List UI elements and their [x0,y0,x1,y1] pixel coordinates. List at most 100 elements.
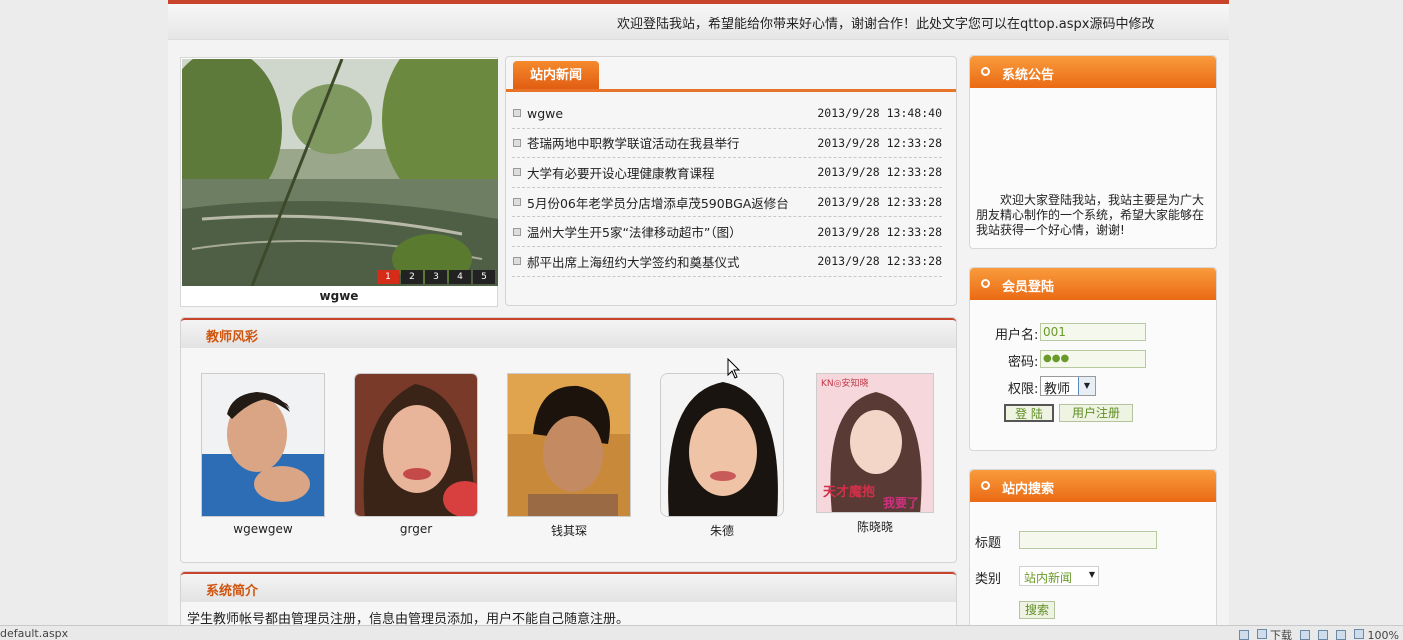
password-label: 密码: [1008,355,1039,370]
search-button[interactable]: 搜索 [1019,601,1055,619]
search-title-input[interactable] [1019,531,1157,549]
teacher-photo[interactable]: KN◎安知晓 天才魔抱 我要了 [816,373,934,513]
login-title: 会员登陆 [1002,280,1055,295]
search-category-label: 类别 [975,572,1002,587]
slide-page-2[interactable]: 2 [401,270,423,284]
news-date: 2013/9/28 12:33:28 [817,195,942,210]
slideshow: 1 2 3 4 5 wgwe [180,57,498,307]
news-item[interactable]: 5月份06年老学员分店增添卓茂590BGA返修台 2013/9/28 12:33… [512,188,942,218]
welcome-text: 欢迎登陆我站，希望能给你带来好心情，谢谢合作！此处文字您可以在qttop.asp… [617,17,1155,32]
notice-header: 系统公告 [970,56,1216,88]
zoom-icon [1354,628,1365,639]
screen-icon[interactable] [1318,630,1329,640]
page-icon[interactable] [1300,630,1311,640]
notice-text: 欢迎大家登陆我站，我站主要是为广大朋友精心制作的一个系统，希望大家能够在我站获得… [976,193,1205,237]
teacher-photo[interactable] [660,373,784,517]
search-category-select[interactable]: 站内新闻 ▼ [1019,566,1099,586]
teacher-name[interactable]: 陈晓晓 [813,518,937,535]
teacher-card[interactable]: wgewgew [201,373,325,536]
news-title[interactable]: 大学有必要开设心理健康教育课程 [527,163,817,182]
news-title[interactable]: 郝平出席上海纽约大学签约和奠基仪式 [527,252,817,271]
login-header: 会员登陆 [970,268,1216,300]
tab-site-news[interactable]: 站内新闻 [513,61,599,91]
news-title[interactable]: 温州大学生开5家“法律移动超市”（图） [527,222,817,241]
news-date: 2013/9/28 12:33:28 [817,165,942,180]
poster-subtitle-text: 我要了 [883,495,919,510]
zoom-control[interactable]: 100% [1354,628,1399,640]
search-box: 站内搜索 标题 类别 站内新闻 ▼ 搜索 [969,469,1217,629]
welcome-bar: 欢迎登陆我站，希望能给你带来好心情，谢谢合作！此处文字您可以在qttop.asp… [168,4,1229,40]
bullet-icon [513,227,521,236]
poster-top-text: KN◎安知晓 [821,377,869,389]
login-button[interactable]: 登 陆 [1004,404,1054,422]
intro-title: 系统简介 [206,584,259,599]
slide-page-5[interactable]: 5 [473,270,495,284]
news-title[interactable]: 5月份06年老学员分店增添卓茂590BGA返修台 [527,193,817,212]
register-button[interactable]: 用户注册 [1059,404,1133,422]
slideshow-image[interactable] [182,59,498,286]
role-select[interactable]: 教师 ▼ [1040,376,1096,397]
intro-header: 系统简介 [181,572,956,602]
slideshow-caption[interactable]: wgwe [181,289,497,303]
slideshow-pagination: 1 2 3 4 5 [377,270,495,284]
teacher-card[interactable]: 朱德 [660,373,784,539]
download-label: 下载 [1270,629,1293,640]
teachers-title: 教师风彩 [206,330,259,345]
notice-box: 系统公告 欢迎大家登陆我站，我站主要是为广大朋友精心制作的一个系统，希望大家能够… [969,55,1217,249]
slide-page-1[interactable]: 1 [377,270,399,284]
login-box: 会员登陆 用户名: 001 密码: ●●● 权限: 教师 ▼ 登 陆 用户注册 [969,267,1217,451]
teacher-photo[interactable] [354,373,478,517]
teacher-name[interactable]: wgewgew [201,522,325,536]
status-icons: 下载 100% [1238,627,1399,640]
slide-page-3[interactable]: 3 [425,270,447,284]
bullet-icon [513,198,521,207]
teacher-name[interactable]: 朱德 [660,522,784,539]
news-tab-underline [506,89,956,92]
news-item[interactable]: wgwe 2013/9/28 13:48:40 [512,99,942,129]
news-item[interactable]: 大学有必要开设心理健康教育课程 2013/9/28 12:33:28 [512,158,942,188]
status-url: default.aspx [0,627,69,640]
volume-icon[interactable] [1336,630,1347,640]
chevron-down-icon[interactable]: ▼ [1078,377,1095,395]
news-list: wgwe 2013/9/28 13:48:40 苍瑞两地中职教学联谊活动在我县举… [512,99,942,277]
download-button[interactable]: 下载 [1256,627,1293,640]
news-date: 2013/9/28 12:33:28 [817,135,942,150]
news-title[interactable]: 苍瑞两地中职教学联谊活动在我县举行 [527,133,817,152]
search-category-value: 站内新闻 [1024,571,1073,585]
news-item[interactable]: 苍瑞两地中职教学联谊活动在我县举行 2013/9/28 12:33:28 [512,129,942,159]
password-input[interactable]: ●●● [1040,350,1146,368]
mouse-pointer-icon [727,358,741,379]
teacher-card[interactable]: grger [354,373,478,536]
bullet-icon [513,257,521,266]
zoom-level: 100% [1367,628,1399,640]
teacher-photo[interactable] [201,373,325,517]
chevron-down-icon[interactable]: ▼ [1089,570,1095,579]
news-item[interactable]: 郝平出席上海纽约大学签约和奠基仪式 2013/9/28 12:33:28 [512,247,942,277]
bullet-icon [513,138,521,147]
teacher-card[interactable]: 钱其琛 [507,373,631,539]
teacher-name[interactable]: 钱其琛 [507,522,631,539]
slide-page-4[interactable]: 4 [449,270,471,284]
teacher-card[interactable]: KN◎安知晓 天才魔抱 我要了 陈晓晓 [813,373,937,535]
teachers-panel: 教师风彩 wgewgew grger 钱其琛 朱德 KN◎安知晓 天才魔抱 我要… [180,317,957,563]
circle-bullet-icon [981,481,990,490]
search-header: 站内搜索 [970,470,1216,502]
download-icon [1256,629,1267,639]
circle-bullet-icon [981,279,990,288]
news-date: 2013/9/28 12:33:28 [817,254,942,269]
username-label: 用户名: [995,328,1039,343]
username-input[interactable]: 001 [1040,323,1146,341]
notice-title: 系统公告 [1002,68,1055,83]
news-item[interactable]: 温州大学生开5家“法律移动超市”（图） 2013/9/28 12:33:28 [512,217,942,247]
role-label: 权限: [1008,382,1039,397]
teacher-photo[interactable] [507,373,631,517]
bullet-icon [513,109,521,118]
search-title: 站内搜索 [1002,482,1055,497]
bullet-icon [513,168,521,177]
news-date: 2013/9/28 12:33:28 [817,224,942,239]
news-title[interactable]: wgwe [527,106,817,121]
news-date: 2013/9/28 13:48:40 [817,106,942,121]
search-title-label: 标题 [975,536,1002,551]
network-icon[interactable] [1238,630,1249,640]
teacher-name[interactable]: grger [354,522,478,536]
